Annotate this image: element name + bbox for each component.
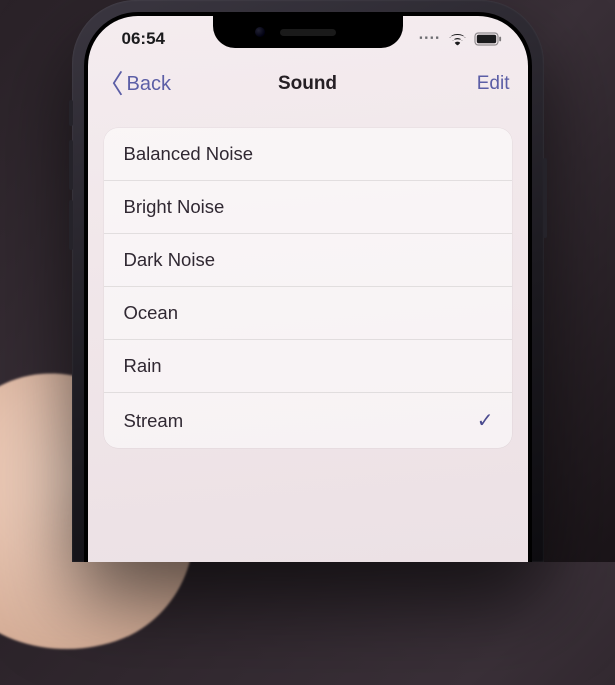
sound-label: Bright Noise — [124, 196, 225, 218]
sound-row-dark-noise[interactable]: Dark Noise — [104, 234, 512, 287]
status-time: 06:54 — [122, 29, 165, 49]
sound-label: Rain — [124, 355, 162, 377]
checkmark-icon: ✓ — [477, 408, 494, 433]
sound-list: Balanced Noise Bright Noise Dark Noise O… — [104, 128, 512, 448]
iphone-frame: 06:54 ∙∙∙∙ 〈 Back Sound Edit — [72, 0, 544, 562]
sound-label: Dark Noise — [124, 249, 216, 271]
nav-bar: 〈 Back Sound Edit — [88, 60, 528, 108]
power-button — [543, 158, 547, 238]
front-camera — [255, 27, 265, 37]
volume-up-button — [69, 140, 73, 190]
sound-label: Ocean — [124, 302, 179, 324]
sound-row-bright-noise[interactable]: Bright Noise — [104, 181, 512, 234]
cell-signal-icon: ∙∙∙∙ — [419, 31, 441, 47]
screen: 06:54 ∙∙∙∙ 〈 Back Sound Edit — [88, 16, 528, 562]
sound-label: Stream — [124, 410, 184, 432]
battery-icon — [474, 32, 502, 46]
notch — [213, 16, 403, 48]
earpiece-speaker — [280, 29, 336, 36]
wifi-icon — [448, 32, 467, 46]
volume-down-button — [69, 200, 73, 250]
page-title: Sound — [88, 73, 528, 95]
sound-row-stream[interactable]: Stream ✓ — [104, 393, 512, 448]
sound-label: Balanced Noise — [124, 143, 254, 165]
sound-row-rain[interactable]: Rain — [104, 340, 512, 393]
sound-row-ocean[interactable]: Ocean — [104, 287, 512, 340]
sound-row-balanced-noise[interactable]: Balanced Noise — [104, 128, 512, 181]
mute-switch — [69, 100, 73, 126]
